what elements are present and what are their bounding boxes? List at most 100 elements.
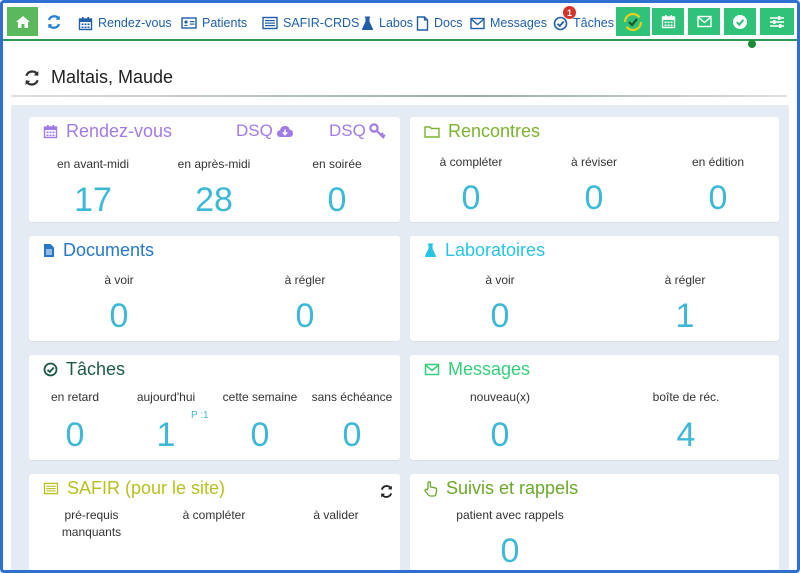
rdv-title-text: Rendez-vous [66, 121, 173, 141]
documents-stat-voir[interactable]: à voir 0 [59, 272, 179, 334]
nav-labos[interactable]: Labos [361, 13, 413, 33]
taches-card[interactable]: Tâches en retard 0 aujourd'hui 1 P :1 ce… [29, 355, 400, 460]
labos-card-title: Laboratoires [424, 240, 545, 261]
taches-stat-retard-label: en retard [50, 390, 100, 404]
quick-calendar-button[interactable] [651, 7, 685, 36]
taches-stat-retard-value: 0 [65, 416, 85, 454]
labos-card[interactable]: Laboratoires à voir 0 à régler 1 [410, 236, 779, 341]
refresh-patient-button[interactable] [23, 69, 41, 92]
documents-stat-regler[interactable]: à régler 0 [245, 272, 365, 334]
safir-stat-prerequis[interactable]: pré-requis manquants [39, 507, 144, 541]
rencontres-stat-reviser-value: 0 [584, 179, 604, 217]
documents-stat-regler-value: 0 [295, 297, 315, 335]
envelope-icon [424, 363, 440, 376]
rdv-stat-pm[interactable]: en après-midi 28 [160, 156, 268, 218]
rencontres-stat-completer[interactable]: à compléter 0 [416, 154, 526, 216]
taches-stat-retard[interactable]: en retard 0 [33, 389, 117, 453]
rdv-stat-am-label: en avant-midi [56, 157, 130, 171]
file-text-icon [44, 244, 54, 257]
labos-stat-voir-value: 0 [490, 297, 510, 335]
refresh-icon [25, 70, 39, 86]
documents-stat-voir-label: à voir [104, 273, 134, 287]
documents-stat-regler-label: à régler [284, 273, 326, 287]
taches-priority-count: P :1 [191, 410, 209, 421]
rdv-stat-soir-label: en soirée [312, 157, 362, 171]
rdv-stat-pm-value: 28 [195, 181, 233, 219]
nav-safir-crds[interactable]: SAFIR-CRDS [262, 13, 359, 33]
safir-stat-completer[interactable]: à compléter [159, 507, 269, 524]
rencontres-stat-reviser[interactable]: à réviser 0 [539, 154, 649, 216]
key-icon [369, 123, 386, 139]
nav-taches[interactable]: Tâches [553, 13, 614, 33]
suivis-title-text: Suivis et rappels [446, 478, 579, 498]
rdv-card[interactable]: Rendez-vous DSQ DSQ en avant-midi 17 en … [29, 117, 400, 222]
taches-title-text: Tâches [66, 359, 126, 379]
dashboard-area: Rendez-vous DSQ DSQ en avant-midi 17 en … [11, 105, 789, 570]
messages-stat-boite-label: boîte de réc. [652, 390, 720, 404]
sliders-icon [770, 15, 784, 28]
envelope-icon [470, 17, 485, 29]
rdv-stat-am[interactable]: en avant-midi 17 [39, 156, 147, 218]
rdv-stat-am-value: 17 [74, 181, 112, 219]
nav-rendez-vous[interactable]: Rendez-vous [78, 13, 172, 33]
refresh-button[interactable] [43, 11, 65, 33]
safir-stat-valider[interactable]: à valider [281, 507, 391, 524]
patient-header: Maltais, Maude [11, 55, 787, 99]
suivis-stat-rappels[interactable]: patient avec rappels 0 [440, 507, 580, 569]
rencontres-stat-edition-label: en édition [691, 155, 745, 169]
check-circle-icon [43, 362, 58, 377]
rencontres-stat-edition-value: 0 [708, 179, 728, 217]
nav-docs[interactable]: Docs [416, 13, 462, 33]
rdv-stat-soir[interactable]: en soirée 0 [283, 156, 391, 218]
refresh-icon [380, 485, 393, 498]
sync-status-button[interactable] [616, 7, 650, 36]
dsq-key-button[interactable]: DSQ [329, 121, 387, 141]
header-divider [11, 95, 787, 97]
calendar-icon [78, 16, 93, 30]
labos-stat-voir-label: à voir [485, 273, 515, 287]
rencontres-stat-edition[interactable]: en édition 0 [663, 154, 773, 216]
safir-card[interactable]: SAFIR (pour le site) pré-requis manquant… [29, 474, 400, 570]
documents-stat-voir-value: 0 [109, 297, 129, 335]
envelope-icon [696, 15, 712, 28]
labos-stat-regler[interactable]: à régler 1 [625, 272, 745, 334]
documents-card[interactable]: Documents à voir 0 à régler 0 [29, 236, 400, 341]
quick-tasks-button[interactable] [723, 7, 757, 36]
safir-refresh-button[interactable] [379, 484, 394, 504]
suivis-stat-rappels-value: 0 [500, 532, 520, 570]
settings-sliders-button[interactable] [759, 7, 795, 36]
rencontres-stat-completer-label: à compléter [439, 155, 503, 169]
messages-stat-nouveau-value: 0 [490, 416, 510, 454]
taches-card-title: Tâches [43, 359, 125, 380]
messages-stat-nouveau[interactable]: nouveau(x) 0 [440, 389, 560, 453]
safir-stat-valider-label: à valider [313, 508, 359, 522]
messages-stat-boite[interactable]: boîte de réc. 4 [626, 389, 746, 453]
nav-patients-label: Patients [202, 16, 248, 30]
rencontres-card[interactable]: Rencontres à compléter 0 à réviser 0 en … [410, 117, 779, 222]
home-button[interactable] [7, 7, 38, 36]
rdv-stat-pm-label: en après-midi [177, 157, 251, 171]
labos-stat-regler-label: à régler [664, 273, 706, 287]
taches-stat-sans-echeance-label: sans échéance [311, 390, 393, 404]
taches-stat-sans-echeance-value: 0 [342, 416, 362, 454]
taches-stat-semaine[interactable]: cette semaine 0 [216, 389, 304, 453]
rdv-stat-soir-value: 0 [327, 181, 347, 219]
messages-stat-nouveau-label: nouveau(x) [469, 390, 531, 404]
nav-messages[interactable]: Messages [470, 13, 547, 33]
cloud-download-icon [276, 126, 293, 137]
safir-stat-completer-label: à compléter [182, 508, 246, 522]
taches-stat-aujourdhui[interactable]: aujourd'hui 1 [124, 389, 208, 453]
list-alt-icon [262, 16, 278, 30]
safir-card-title: SAFIR (pour le site) [43, 478, 225, 499]
taches-stat-sans-echeance[interactable]: sans échéance 0 [307, 389, 397, 453]
quick-messages-button[interactable] [687, 7, 721, 36]
suivis-card[interactable]: Suivis et rappels patient avec rappels 0 [410, 474, 779, 570]
check-circle-icon [733, 14, 747, 29]
messages-title-text: Messages [448, 359, 531, 379]
labos-stat-voir[interactable]: à voir 0 [440, 272, 560, 334]
rencontres-title-text: Rencontres [448, 121, 541, 141]
messages-card[interactable]: Messages nouveau(x) 0 boîte de réc. 4 [410, 355, 779, 460]
taches-count-badge: 1 [563, 6, 576, 19]
dsq-download-button[interactable]: DSQ [236, 121, 294, 141]
nav-patients[interactable]: Patients [181, 13, 247, 33]
